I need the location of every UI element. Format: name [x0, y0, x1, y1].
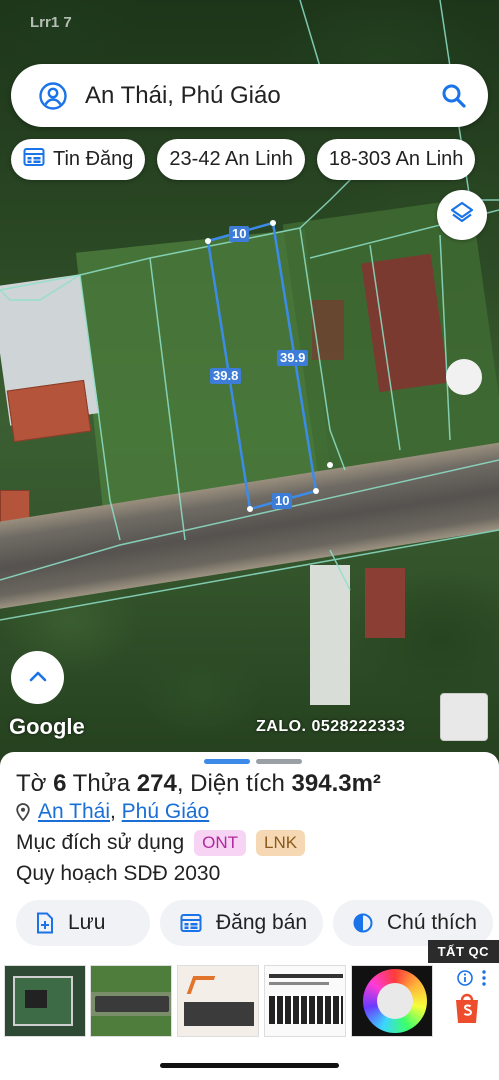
dimension-top: 10: [229, 226, 250, 242]
action-buttons: Lưu Đăng bán Chú thích: [16, 900, 493, 946]
search-icon[interactable]: [438, 80, 470, 112]
save-label: Lưu: [68, 911, 106, 934]
status-bar: Lrr1 7: [30, 14, 72, 31]
title-prefix: Tờ: [16, 770, 54, 797]
commune-link[interactable]: An Thái: [38, 800, 110, 824]
zoning-plan-label[interactable]: Quy hoạch SDĐ 2030: [16, 862, 220, 886]
separator: ,: [110, 800, 122, 823]
info-icon[interactable]: [457, 970, 473, 991]
watermark: ZALO. 0528222333: [256, 718, 406, 735]
parcel-title: Tờ 6 Thửa 274, Diện tích 394.3m²: [16, 770, 381, 798]
parcel-location: An Thái, Phú Giáo: [16, 800, 209, 824]
chip-parcel[interactable]: 23-42 An Linh: [157, 139, 305, 180]
save-button[interactable]: Lưu: [16, 900, 150, 946]
purpose-badge-ont[interactable]: ONT: [194, 830, 247, 856]
search-bar[interactable]: An Thái, Phú Giáo: [11, 64, 488, 127]
post-for-sale-button[interactable]: Đăng bán: [160, 900, 323, 946]
area-label: , Diện tích: [176, 770, 292, 797]
expand-up-button[interactable]: [11, 651, 64, 704]
ad-banner[interactable]: TẤT QC: [0, 940, 499, 1040]
list-icon: [180, 913, 202, 933]
dimension-right: 39.9: [277, 350, 309, 366]
post-for-sale-label: Đăng bán: [216, 911, 308, 934]
add-file-icon: [36, 912, 54, 934]
half-circle-icon: [353, 913, 373, 933]
handle-segment-active: [204, 759, 250, 764]
more-options-icon[interactable]: [481, 970, 487, 991]
district-link[interactable]: Phú Giáo: [122, 800, 210, 824]
account-icon[interactable]: [37, 80, 69, 112]
shopee-ad[interactable]: [447, 970, 491, 1034]
parcel-label: Thửa: [66, 770, 137, 797]
google-attribution: Google: [9, 714, 85, 739]
home-indicator[interactable]: [160, 1063, 339, 1068]
filter-chips: Tin Đăng 23-42 An Linh 18-303 An Linh: [11, 139, 476, 180]
purpose-badge-lnk[interactable]: LNK: [256, 830, 306, 856]
legend-label: Chú thích: [387, 911, 477, 934]
area-value: 394.3m²: [291, 770, 381, 797]
close-ads-tag[interactable]: TẤT QC: [427, 940, 499, 963]
chip-label: Tin Đăng: [53, 148, 134, 170]
parcel-number: 274: [136, 770, 177, 797]
shopee-bag-icon: [453, 992, 481, 1029]
ad-product-keyboard[interactable]: [264, 965, 346, 1037]
map-pin-icon: [16, 803, 30, 821]
chevron-up-icon: [29, 669, 47, 687]
parcel-info-sheet: Tờ 6 Thửa 274, Diện tích 394.3m² An Thái…: [0, 752, 499, 1080]
ad-product-circuit-board[interactable]: [4, 965, 86, 1037]
search-input[interactable]: An Thái, Phú Giáo: [85, 82, 438, 110]
purpose-label: Mục đích sử dụng: [16, 831, 185, 854]
layers-icon: [449, 200, 475, 231]
assistive-touch-button[interactable]: [446, 359, 482, 395]
avatar[interactable]: [440, 693, 488, 741]
chip-parcel[interactable]: 18-303 An Linh: [316, 139, 476, 180]
ad-product-circuit-strip[interactable]: [90, 965, 172, 1037]
chip-label: 23-42 An Linh: [169, 148, 293, 170]
chip-label: 18-303 An Linh: [328, 148, 464, 170]
layers-button[interactable]: [437, 190, 487, 240]
handle-segment: [256, 759, 302, 764]
ad-product-rgb-fan[interactable]: [351, 965, 433, 1037]
chip-tin-dang[interactable]: Tin Đăng: [11, 139, 146, 180]
land-use-purpose: Mục đích sử dụng ONT LNK: [16, 830, 306, 856]
dimension-bottom: 10: [272, 493, 293, 509]
dimension-left: 39.8: [210, 368, 242, 384]
calendar-list-icon: [23, 147, 45, 173]
satellite-map[interactable]: 10 39.8 39.9 10 Lrr1 7 An Thái, Phú Giáo…: [0, 0, 499, 760]
sheet-number: 6: [53, 770, 67, 797]
sheet-handle[interactable]: [204, 759, 302, 764]
ad-product-electronic[interactable]: [177, 965, 259, 1037]
